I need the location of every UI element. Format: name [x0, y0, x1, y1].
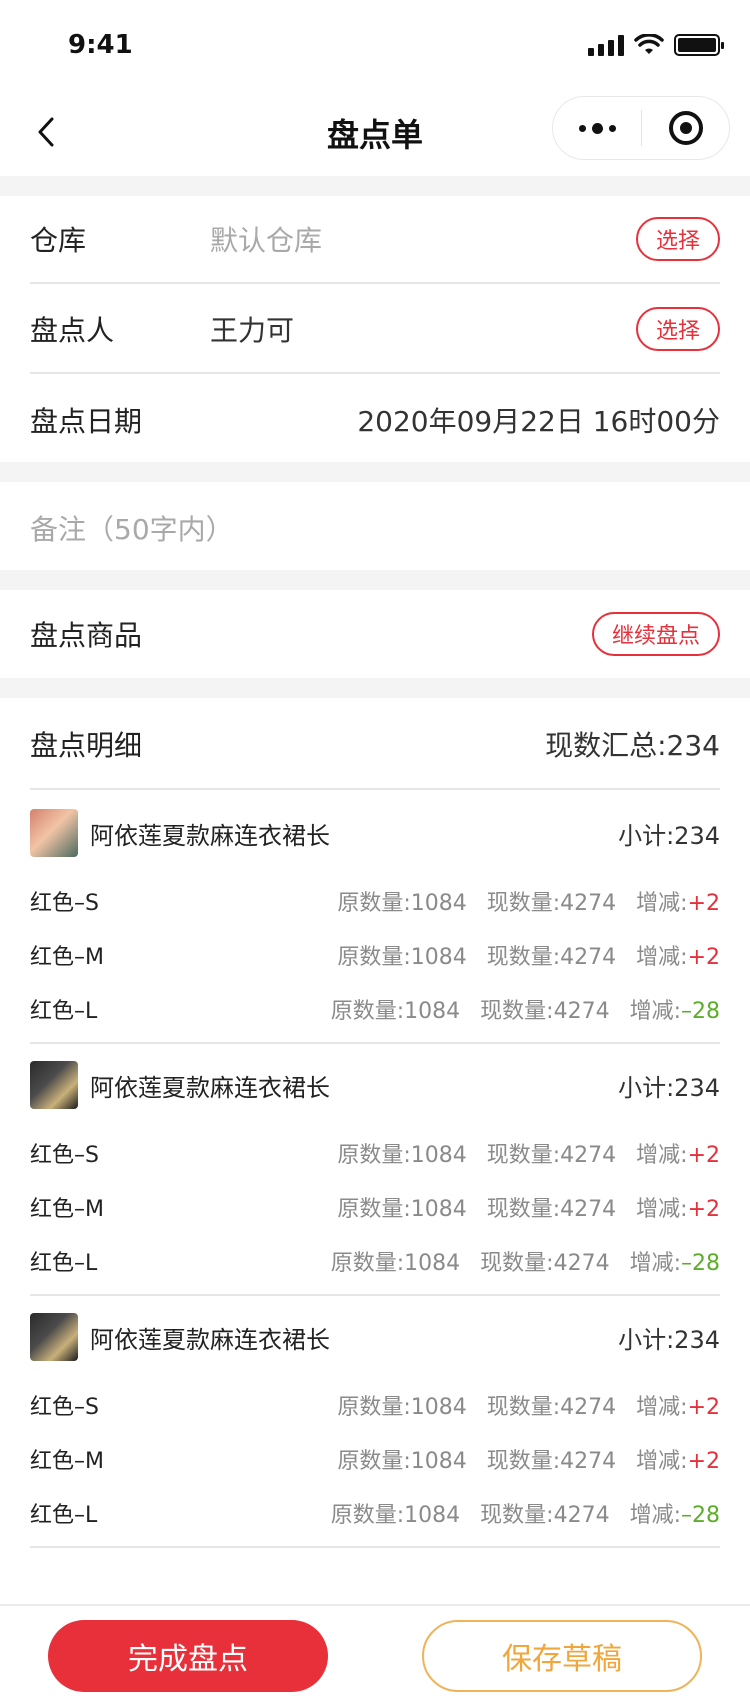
sku-name: 红色–S: [30, 1395, 99, 1420]
product-thumbnail: [30, 1061, 78, 1109]
status-bar: 9:41: [0, 0, 750, 88]
warehouse-row: 仓库 默认仓库 选择: [30, 196, 720, 284]
nav-bar: 盘点单: [0, 88, 750, 176]
finish-count-button[interactable]: 完成盘点: [48, 1620, 328, 1692]
section-divider: [0, 176, 750, 196]
sku-original-qty: 原数量:1084: [337, 1449, 467, 1474]
wifi-icon: [634, 34, 664, 54]
product-name: 阿依莲夏款麻连衣裙长: [90, 1073, 330, 1102]
mini-program-capsule: [552, 96, 730, 160]
product-thumbnail: [30, 1313, 78, 1361]
bottom-action-bar: 完成盘点 保存草稿: [0, 1604, 750, 1702]
sku-original-qty: 原数量:1084: [330, 1503, 461, 1528]
detail-total: 现数汇总:234: [545, 729, 720, 762]
product-subtotal: 小计:234: [618, 1073, 720, 1102]
product-subtotal: 小计:234: [618, 1325, 720, 1354]
sku-original-qty: 原数量:1084: [337, 1143, 467, 1168]
sku-original-qty: 原数量:1084: [337, 1197, 467, 1222]
sku-row: 红色–S 原数量:1084 现数量:4274 增减:+2: [30, 874, 720, 928]
sku-original-qty: 原数量:1084: [330, 1251, 461, 1276]
detail-title: 盘点明细: [30, 729, 143, 762]
warehouse-select-button[interactable]: 选择: [635, 217, 720, 261]
sku-name: 红色–M: [30, 1197, 104, 1222]
continue-count-button[interactable]: 继续盘点: [591, 612, 720, 656]
sku-delta: 增减:+2: [636, 891, 720, 916]
warehouse-label: 仓库: [30, 224, 87, 257]
sku-original-qty: 原数量:1084: [330, 999, 461, 1024]
remark-input[interactable]: 备注（50字内）: [30, 508, 234, 548]
sku-delta: 增减:+2: [636, 945, 720, 970]
date-value[interactable]: 2020年09月22日 16时00分: [210, 400, 720, 440]
sku-row: 红色–S 原数量:1084 现数量:4274 增减:+2: [30, 1126, 720, 1180]
sku-current-qty: 现数量:4274: [486, 1143, 617, 1168]
sku-name: 红色–M: [30, 1449, 104, 1474]
counter-label: 盘点人: [30, 314, 115, 347]
battery-icon: [674, 34, 724, 56]
sku-row: 红色–M 原数量:1084 现数量:4274 增减:+2: [30, 928, 720, 982]
sku-current-qty: 现数量:4274: [486, 1197, 617, 1222]
product-subtotal: 小计:234: [618, 821, 720, 850]
sku-current-qty: 现数量:4274: [480, 999, 610, 1024]
product-name: 阿依莲夏款麻连衣裙长: [90, 1325, 330, 1354]
sku-name: 红色–M: [30, 945, 104, 970]
sku-original-qty: 原数量:1084: [337, 891, 467, 916]
sku-current-qty: 现数量:4274: [486, 945, 617, 970]
sku-row: 红色–L 原数量:1084 现数量:4274 增减:–28: [30, 1486, 720, 1540]
warehouse-value[interactable]: 默认仓库: [210, 219, 636, 259]
sku-name: 红色–S: [30, 891, 99, 916]
product-name: 阿依莲夏款麻连衣裙长: [90, 821, 330, 850]
date-row[interactable]: 盘点日期 2020年09月22日 16时00分: [30, 376, 720, 464]
detail-header: 盘点明细 现数汇总:234: [30, 700, 720, 790]
sku-delta: 增减:–28: [629, 1503, 720, 1528]
target-icon: [668, 111, 703, 145]
sku-name: 红色–L: [30, 1503, 98, 1528]
sku-name: 红色–S: [30, 1143, 99, 1168]
sku-current-qty: 现数量:4274: [486, 1449, 617, 1474]
section-divider: [0, 678, 750, 698]
status-icons: [588, 34, 724, 56]
sku-delta: 增减:–28: [629, 999, 720, 1024]
sku-delta: 增减:–28: [629, 1251, 720, 1276]
sku-original-qty: 原数量:1084: [337, 945, 467, 970]
sku-row: 红色–M 原数量:1084 现数量:4274 增减:+2: [30, 1180, 720, 1234]
sku-current-qty: 现数量:4274: [480, 1503, 610, 1528]
signal-icon: [588, 34, 624, 56]
save-draft-button[interactable]: 保存草稿: [422, 1620, 702, 1692]
sku-name: 红色–L: [30, 999, 98, 1024]
counter-row: 盘点人 王力可 选择: [30, 286, 720, 374]
sku-current-qty: 现数量:4274: [486, 891, 617, 916]
sku-delta: 增减:+2: [636, 1449, 720, 1474]
counter-value: 王力可: [210, 314, 295, 347]
status-time: 9:41: [68, 30, 133, 60]
sku-original-qty: 原数量:1084: [337, 1395, 467, 1420]
product-group: 阿依莲夏款麻连衣裙长 小计:234 红色–S 原数量:1084 现数量:4274…: [30, 792, 720, 1044]
sku-delta: 增减:+2: [636, 1395, 720, 1420]
product-thumbnail: [30, 809, 78, 857]
sku-delta: 增减:+2: [636, 1143, 720, 1168]
sku-delta: 增减:+2: [636, 1197, 720, 1222]
date-label: 盘点日期: [30, 405, 143, 438]
section-divider: [0, 570, 750, 590]
more-button[interactable]: [553, 122, 641, 134]
counter-select-button[interactable]: 选择: [635, 307, 720, 351]
sku-row: 红色–S 原数量:1084 现数量:4274 增减:+2: [30, 1378, 720, 1432]
product-group: 阿依莲夏款麻连衣裙长 小计:234 红色–S 原数量:1084 现数量:4274…: [30, 1296, 720, 1548]
sku-current-qty: 现数量:4274: [480, 1251, 610, 1276]
sku-current-qty: 现数量:4274: [486, 1395, 617, 1420]
sku-row: 红色–L 原数量:1084 现数量:4274 增减:–28: [30, 1234, 720, 1288]
goods-row: 盘点商品 继续盘点: [30, 590, 720, 678]
section-divider: [0, 462, 750, 482]
close-button[interactable]: [642, 111, 729, 145]
sku-row: 红色–M 原数量:1084 现数量:4274 增减:+2: [30, 1432, 720, 1486]
sku-name: 红色–L: [30, 1251, 98, 1276]
goods-label: 盘点商品: [30, 619, 143, 652]
sku-row: 红色–L 原数量:1084 现数量:4274 增减:–28: [30, 982, 720, 1036]
product-group: 阿依莲夏款麻连衣裙长 小计:234 红色–S 原数量:1084 现数量:4274…: [30, 1044, 720, 1296]
